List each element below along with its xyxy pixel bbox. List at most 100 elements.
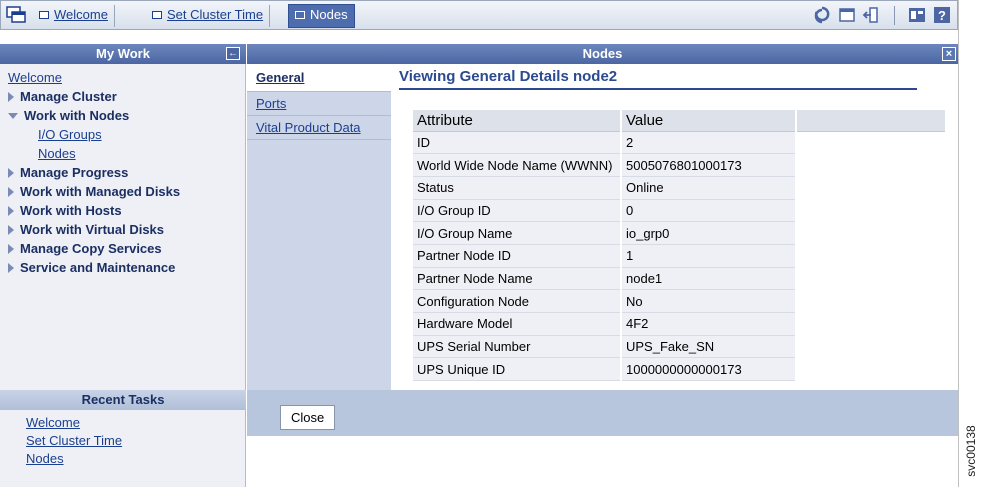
attribute-cell: UPS Unique ID [413,357,622,382]
filler-cell [796,289,945,313]
attribute-table: Attribute Value ID 2 World Wide Node Name … [413,110,945,382]
value-cell: 4F2 [621,312,797,336]
nav-work-with-nodes[interactable]: Work with Nodes [8,106,245,125]
expand-triangle-icon [8,187,14,197]
top-tab-welcome[interactable]: Welcome [33,5,115,27]
toolbar-divider [894,6,895,25]
figure-code-label: svc00138 [964,425,978,477]
attribute-cell: World Wide Node Name (WWNN) [413,153,622,177]
column-header-attribute: Attribute [413,110,622,132]
top-tab-label: Nodes [310,7,348,22]
nav-nodes[interactable]: Nodes [8,144,245,163]
tab-window-icon [39,11,49,19]
value-cell: 1 [621,244,797,268]
top-tab-set-cluster-time[interactable]: Set Cluster Time [146,5,271,27]
attribute-cell: Partner Node ID [413,244,622,268]
nav-manage-progress[interactable]: Manage Progress [8,163,245,182]
nodes-panel-header: Nodes × [247,44,958,64]
filler-cell [796,153,945,177]
value-cell: 0 [621,199,797,223]
attribute-cell: ID [413,131,622,155]
value-cell: 5005076801000173 [621,153,797,177]
task-icon[interactable] [908,6,926,24]
table-row: Status Online [413,176,945,200]
refresh-icon[interactable] [813,6,831,24]
table-row: Configuration Node No [413,289,945,313]
nav-label: Manage Copy Services [20,241,162,256]
my-work-header: My Work ← [0,44,246,64]
top-tab-label: Welcome [54,7,108,22]
recent-task-nodes[interactable]: Nodes [26,450,245,468]
top-tab-bar: Welcome Set Cluster Time Nodes ? [0,0,958,30]
tab-window-icon [152,11,162,19]
logout-icon[interactable] [862,6,880,24]
expand-triangle-icon [8,263,14,273]
collapse-arrow-icon[interactable]: ← [226,47,240,60]
filler-cell [796,199,945,222]
attribute-cell: I/O Group Name [413,221,622,245]
close-icon[interactable]: × [942,47,956,61]
top-tab-label: Set Cluster Time [167,7,264,22]
collapse-triangle-icon [8,113,18,119]
tab-vital-product-data[interactable]: Vital Product Data [247,116,391,140]
table-header-row: Attribute Value [413,110,945,132]
nav-work-with-managed-disks[interactable]: Work with Managed Disks [8,182,245,201]
tab-general[interactable]: General [247,64,391,92]
filler-cell [796,176,945,200]
nav-label: Manage Progress [20,165,129,180]
recent-task-set-cluster-time[interactable]: Set Cluster Time [26,432,245,450]
filler-cell [796,312,945,336]
table-row: I/O Group Name io_grp0 [413,221,945,245]
tab-ports[interactable]: Ports [247,92,391,116]
panel-footer: Close [247,390,958,436]
nav-work-with-hosts[interactable]: Work with Hosts [8,201,245,220]
table-row: UPS Unique ID 1000000000000173 [413,357,945,382]
value-cell: node1 [621,267,797,291]
filler-cell [796,244,945,268]
table-row: Hardware Model 4F2 [413,312,945,336]
window-icon[interactable] [838,6,856,24]
recent-task-welcome[interactable]: Welcome [26,414,245,432]
expand-triangle-icon [8,244,14,254]
nav-work-with-virtual-disks[interactable]: Work with Virtual Disks [8,220,245,239]
table-row: I/O Group ID 0 [413,199,945,223]
title-divider [399,88,917,90]
nav-service-and-maintenance[interactable]: Service and Maintenance [8,258,245,277]
table-row: ID 2 [413,131,945,155]
detail-tabs: General Ports Vital Product Data [247,64,391,390]
nav-manage-cluster[interactable]: Manage Cluster [8,87,245,106]
column-header-filler [796,110,945,132]
recent-tasks-header: Recent Tasks [0,390,246,410]
expand-triangle-icon [8,168,14,178]
nav-label: Service and Maintenance [20,260,176,275]
attribute-cell: UPS Serial Number [413,335,622,359]
nav-manage-copy-services[interactable]: Manage Copy Services [8,239,245,258]
value-cell: 1000000000000173 [621,357,797,382]
top-tab-nodes[interactable]: Nodes [288,4,355,28]
my-work-title: My Work [96,46,150,61]
table-row: Partner Node Name node1 [413,267,945,291]
recent-tasks-list: Welcome Set Cluster Time Nodes [0,410,246,487]
launch-pad-icon[interactable] [6,6,26,24]
nav-label: Work with Hosts [20,203,122,218]
nav-label: Work with Managed Disks [20,184,181,199]
view-title: Viewing General Details node2 [399,68,618,85]
nav-io-groups[interactable]: I/O Groups [8,125,245,144]
help-icon[interactable]: ? [933,6,951,24]
attribute-cell: Configuration Node [413,289,622,313]
filler-cell [796,221,945,245]
filler-cell [796,131,945,154]
close-button[interactable]: Close [280,405,336,430]
nav-label: Manage Cluster [20,89,117,104]
attribute-cell: Partner Node Name [413,267,622,291]
value-cell: io_grp0 [621,221,797,245]
nav-welcome[interactable]: Welcome [8,68,245,87]
frame-border [958,0,959,487]
filler-cell [796,335,945,358]
value-cell: Online [621,176,797,200]
figure-code: svc00138 [958,416,984,487]
app-window: Welcome Set Cluster Time Nodes ? My Work… [0,0,958,487]
attribute-table-body: ID 2 World Wide Node Name (WWNN) 5005076801… [413,131,945,382]
panel-title: Nodes [582,46,623,61]
expand-triangle-icon [8,92,14,102]
